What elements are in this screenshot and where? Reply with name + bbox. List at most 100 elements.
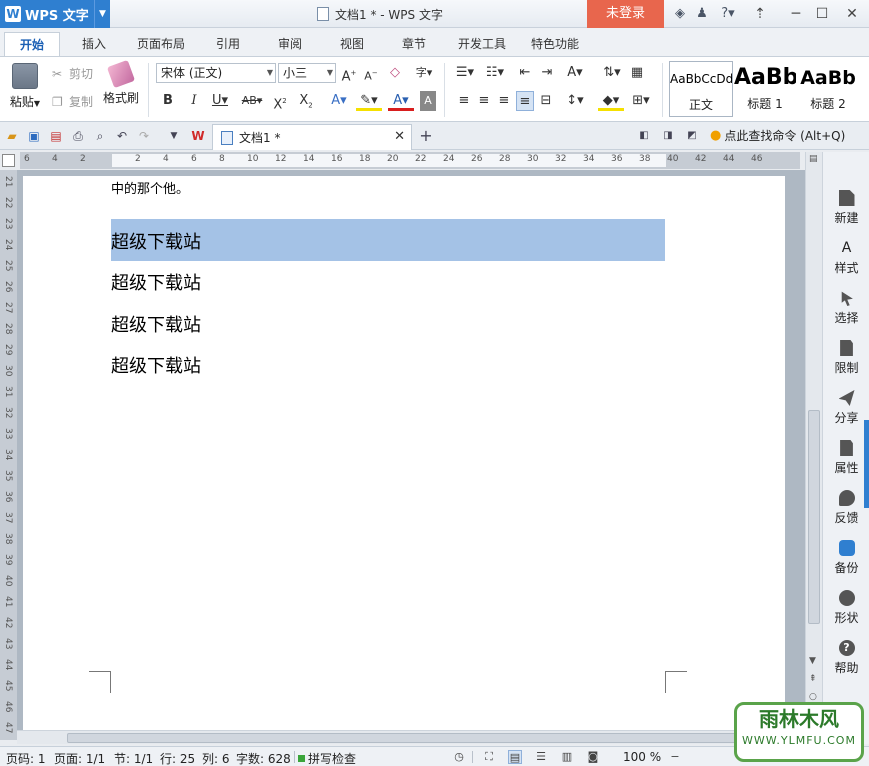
redo-icon[interactable]: ↷ [136, 128, 152, 144]
new-tab-icon[interactable]: + [418, 128, 434, 144]
open-folder-icon[interactable]: ▰ [4, 128, 20, 144]
style-heading-1[interactable]: AaBb 标题 1 [734, 61, 796, 117]
export-pdf-icon[interactable]: ▤ [48, 128, 64, 144]
highlight-icon[interactable]: ✎▾ [356, 91, 382, 111]
sidebar-item-feedback[interactable]: 反馈 [823, 490, 869, 526]
copy-button[interactable]: ❐ 复制 [52, 93, 93, 110]
vertical-scrollbar[interactable]: ▤ ▼ ⇞ ○ [805, 152, 822, 730]
outline-view-icon[interactable]: ☰ [534, 750, 548, 764]
tab-chapter[interactable]: 章节 [392, 32, 436, 56]
line-spacing-icon[interactable]: ↕▾ [562, 91, 588, 111]
justify-icon[interactable]: ≡ [516, 91, 534, 111]
superscript-icon[interactable]: X2 [270, 91, 290, 112]
decrease-indent-icon[interactable]: ⇤ [516, 63, 534, 83]
tab-references[interactable]: 引用 [206, 32, 250, 56]
help-menu-icon[interactable]: ?▾ [716, 5, 740, 23]
subscript-icon[interactable]: X2 [296, 91, 316, 111]
document-page[interactable]: 中的那个他。 超级下载站 超级下载站 超级下载站 超级下载站 [23, 176, 785, 736]
browse-object-icon[interactable]: ○ [809, 692, 817, 702]
zoom-out-icon[interactable]: − [668, 750, 682, 764]
bold-icon[interactable]: B [160, 91, 176, 111]
sidebar-item-restrict[interactable]: 限制 [823, 340, 869, 376]
font-color-icon[interactable]: A▾ [388, 91, 414, 111]
sidebar-expand-handle[interactable] [864, 420, 869, 508]
scrollbar-thumb[interactable] [808, 410, 820, 624]
cut-button[interactable]: ✂ 剪切 [52, 65, 93, 82]
status-page-number[interactable]: 页码: 1 [6, 750, 46, 766]
save-icon[interactable]: ▣ [26, 128, 42, 144]
close-icon[interactable]: ✕ [394, 129, 405, 144]
text-effect-icon[interactable]: A▾ [326, 91, 352, 111]
vertical-ruler[interactable]: 21 22 23 24 25 26 27 28 29 30 31 32 33 34 35 36 37 38 39 40… [0, 170, 17, 740]
app-menu-button[interactable]: W WPS 文字 ▼ [0, 0, 110, 28]
shading-icon[interactable]: ◆▾ [598, 91, 624, 111]
status-word-count[interactable]: 字数: 628 [236, 750, 291, 766]
numbered-list-icon[interactable]: ☷▾ [482, 63, 508, 83]
sort-icon[interactable]: ⇅▾ [600, 63, 624, 83]
phonetic-icon[interactable]: 字▾ [412, 63, 436, 83]
sidebar-item-select[interactable]: 选择 [823, 290, 869, 326]
print-preview-icon[interactable]: ⌕ [92, 128, 108, 144]
font-size-select[interactable]: 小三 ▼ [278, 63, 336, 83]
status-column[interactable]: 列: 6 [202, 750, 230, 766]
web-view-icon[interactable]: ▥ [560, 750, 574, 764]
ruler-corner-icon[interactable] [2, 154, 15, 167]
minimize-button[interactable]: ─ [782, 0, 810, 28]
paste-button[interactable]: 粘贴▼ [6, 61, 44, 110]
status-section[interactable]: 节: 1/1 [114, 750, 153, 766]
wps-home-icon[interactable]: W [190, 128, 206, 144]
increase-indent-icon[interactable]: ⇥ [538, 63, 556, 83]
grow-font-icon[interactable]: A+ [340, 63, 358, 84]
tab-view[interactable]: 视图 [330, 32, 374, 56]
spell-check-button[interactable]: 拼写检查 [298, 750, 356, 766]
tab-next-icon[interactable]: ◨ [660, 128, 676, 144]
tab-list-icon[interactable]: ◩ [684, 128, 700, 144]
table-grid-icon[interactable]: ▦ [628, 63, 646, 83]
format-painter-button[interactable]: 格式刷 [100, 59, 142, 106]
scrollbar-thumb[interactable] [67, 733, 767, 743]
tab-features[interactable]: 特色功能 [524, 32, 586, 56]
align-center-icon[interactable]: ≡ [476, 91, 492, 111]
sidebar-item-share[interactable]: 分享 [823, 390, 869, 426]
maximize-button[interactable]: ☐ [808, 0, 836, 28]
sidebar-item-backup[interactable]: 备份 [823, 540, 869, 576]
tab-insert[interactable]: 插入 [70, 32, 118, 56]
status-row[interactable]: 行: 25 [160, 750, 195, 766]
tab-page-layout[interactable]: 页面布局 [130, 32, 192, 56]
close-button[interactable]: ✕ [838, 0, 866, 28]
border-icon[interactable]: ⊞▾ [628, 91, 654, 111]
clock-icon[interactable]: ◷ [452, 750, 466, 764]
protect-view-icon[interactable]: ◙ [586, 750, 600, 764]
strikethrough-icon[interactable]: AB▾ [238, 91, 266, 111]
command-search[interactable]: ● 点此查找命令 (Alt+Q) [710, 127, 845, 144]
style-heading-2[interactable]: AaBb 标题 2 [798, 61, 858, 117]
status-page-count[interactable]: 页面: 1/1 [54, 750, 105, 766]
login-button[interactable]: 未登录 [587, 0, 664, 28]
horizontal-ruler[interactable]: 6 4 2 2 4 6 8 10 12 14 16 18 20 22 24 26 28 30 32 34 36 38 40 4… [20, 152, 800, 169]
tab-prev-icon[interactable]: ◧ [636, 128, 652, 144]
align-right-icon[interactable]: ≡ [496, 91, 512, 111]
prev-page-icon[interactable]: ⇞ [809, 674, 817, 684]
page-view-icon[interactable]: ▤ [508, 750, 522, 764]
sidebar-item-help[interactable]: ? 帮助 [823, 640, 869, 676]
ruler-toggle-icon[interactable]: ▤ [809, 154, 818, 164]
chinese-layout-icon[interactable]: A▾ [562, 63, 588, 83]
scroll-down-icon[interactable]: ▼ [809, 656, 816, 666]
shirt-icon[interactable]: ♟ [694, 5, 710, 23]
bullet-list-icon[interactable]: ☰▾ [452, 63, 478, 83]
style-normal[interactable]: AaBbCcDd 正文 [669, 61, 733, 117]
sidebar-item-styles[interactable]: A 样式 [823, 240, 869, 276]
tab-developer[interactable]: 开发工具 [450, 32, 514, 56]
underline-icon[interactable]: U▾ [208, 91, 232, 111]
chevron-down-icon[interactable]: ▼ [166, 128, 182, 144]
char-shading-icon[interactable]: A [420, 91, 436, 111]
shrink-font-icon[interactable]: A− [362, 63, 380, 83]
zoom-level[interactable]: 100 % [623, 750, 661, 764]
align-left-icon[interactable]: ≡ [456, 91, 472, 111]
fullscreen-view-icon[interactable]: ⛶ [482, 750, 496, 764]
tab-review[interactable]: 审阅 [268, 32, 312, 56]
horizontal-scrollbar[interactable] [17, 730, 805, 744]
italic-icon[interactable]: I [186, 91, 202, 111]
chevron-down-icon[interactable]: ▼ [94, 0, 110, 28]
tab-home[interactable]: 开始 [4, 32, 60, 56]
